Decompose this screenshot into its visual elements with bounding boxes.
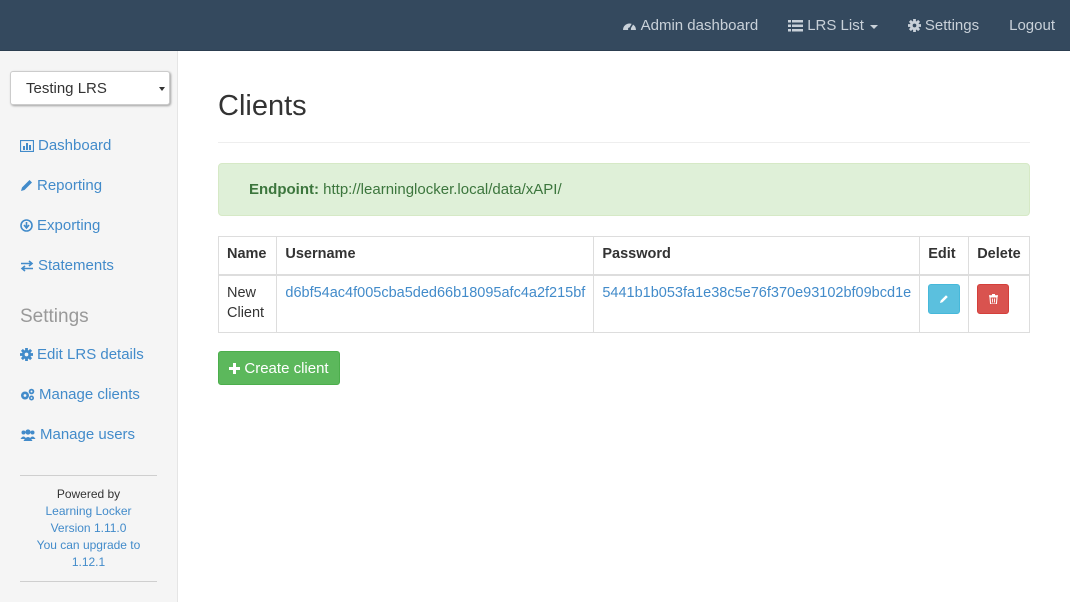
sidebar-item-exporting[interactable]: Exporting xyxy=(20,217,100,234)
pencil-icon xyxy=(940,294,949,303)
sidebar-item-reporting[interactable]: Reporting xyxy=(20,177,102,194)
nav-logout-label: Logout xyxy=(1009,17,1055,34)
sidebar-footer: Powered by Learning Locker Version 1.11.… xyxy=(20,486,157,571)
header-username: Username xyxy=(276,236,595,276)
edit-client-button[interactable] xyxy=(928,283,961,314)
upgrade-line-2: 1.12.1 xyxy=(71,555,106,569)
endpoint-label: Endpoint: xyxy=(249,181,319,198)
users-icon xyxy=(20,428,36,441)
caret-down-icon xyxy=(869,24,878,29)
table-header-row: Name Username Password Edit Delete xyxy=(217,236,1030,276)
sidebar-item-label: Edit LRS details xyxy=(37,346,144,363)
trash-icon xyxy=(988,293,998,304)
gear-icon xyxy=(907,19,921,32)
version-link[interactable]: Version 1.11.0 xyxy=(20,520,157,537)
powered-by-label: Powered by xyxy=(56,487,121,501)
sidebar-item-dashboard[interactable]: Dashboard xyxy=(20,137,111,154)
plus-icon xyxy=(229,362,241,374)
nav-admin-dashboard-label: Admin dashboard xyxy=(640,17,759,34)
title-divider xyxy=(218,142,1030,143)
table-row: New Client d6bf54ac4f005cba5ded66b18095a… xyxy=(217,274,1030,333)
client-username-link[interactable]: d6bf54ac4f005cba5ded66b18095afc4a2f215bf xyxy=(285,285,585,301)
client-name-line-1: New xyxy=(227,284,257,301)
sidebar-item-label: Reporting xyxy=(37,177,103,194)
client-password-cell: 5441b1b053fa1e38c5e76f370e93102bf09bcd1e xyxy=(593,274,921,333)
sidebar-item-manage-clients[interactable]: Manage clients xyxy=(20,386,140,403)
sidebar-divider xyxy=(20,475,157,476)
sidebar-item-label: Manage clients xyxy=(39,386,140,403)
sidebar-settings-heading: Settings xyxy=(20,306,89,327)
learning-locker-link[interactable]: Learning Locker xyxy=(20,503,157,520)
nav-admin-dashboard[interactable]: Admin dashboard xyxy=(607,0,774,51)
client-username-cell: d6bf54ac4f005cba5ded66b18095afc4a2f215bf xyxy=(276,274,595,333)
client-delete-cell xyxy=(968,274,1030,333)
header-password: Password xyxy=(593,236,921,276)
create-client-button[interactable]: Create client xyxy=(218,351,340,385)
client-edit-cell xyxy=(919,274,970,333)
header-name: Name xyxy=(217,236,278,276)
sidebar-item-edit-lrs-details[interactable]: Edit LRS details xyxy=(20,346,144,363)
nav-settings[interactable]: Settings xyxy=(893,0,994,51)
gears-icon xyxy=(21,388,35,401)
sidebar-item-label: Statements xyxy=(38,257,114,274)
sidebar-divider xyxy=(20,581,157,582)
lrs-select[interactable]: Testing LRS xyxy=(10,71,170,105)
create-client-label: Create client xyxy=(244,359,329,377)
sidebar-item-manage-users[interactable]: Manage users xyxy=(20,426,135,443)
pencil-icon xyxy=(21,180,32,191)
endpoint-url: http://learninglocker.local/data/xAPI/ xyxy=(323,181,562,198)
page-title: Clients xyxy=(218,90,307,122)
sidebar: Testing LRS Dashboard Reporting Exportin… xyxy=(0,51,178,602)
navbar-menu: Admin dashboard LRS List Settings Logout xyxy=(607,0,1070,51)
endpoint-alert: Endpoint: http://learninglocker.local/da… xyxy=(218,163,1030,216)
nav-settings-label: Settings xyxy=(924,17,980,34)
nav-lrs-list-dropdown[interactable]: LRS List xyxy=(773,0,893,51)
list-icon xyxy=(788,19,804,31)
dashboard-gauge-icon xyxy=(622,23,636,31)
header-edit: Edit xyxy=(919,236,970,276)
sidebar-item-label: Exporting xyxy=(37,217,101,234)
sidebar-item-label: Dashboard xyxy=(38,137,112,154)
sidebar-item-label: Manage users xyxy=(40,426,136,443)
upgrade-line-1: You can upgrade to xyxy=(36,538,141,552)
select-caret-icon xyxy=(159,87,165,91)
client-name-line-2: Client xyxy=(227,304,265,321)
download-circle-icon xyxy=(20,219,33,232)
client-name-cell: New Client xyxy=(217,274,278,333)
top-navbar: Admin dashboard LRS List Settings Logout xyxy=(0,0,1070,51)
gear-icon xyxy=(20,348,33,361)
sidebar-item-statements[interactable]: Statements xyxy=(20,257,114,274)
nav-lrs-list-label: LRS List xyxy=(807,17,864,34)
lrs-select-value: Testing LRS xyxy=(26,80,107,97)
header-delete: Delete xyxy=(968,236,1030,276)
nav-logout[interactable]: Logout xyxy=(994,0,1070,51)
bar-chart-icon xyxy=(20,139,34,152)
exchange-arrows-icon xyxy=(20,259,34,272)
clients-table: Name Username Password Edit Delete New C… xyxy=(217,236,1030,333)
delete-client-button[interactable] xyxy=(977,283,1010,314)
client-password-link[interactable]: 5441b1b053fa1e38c5e76f370e93102bf09bcd1e xyxy=(602,285,911,301)
upgrade-link[interactable]: You can upgrade to 1.12.1 xyxy=(20,537,157,571)
